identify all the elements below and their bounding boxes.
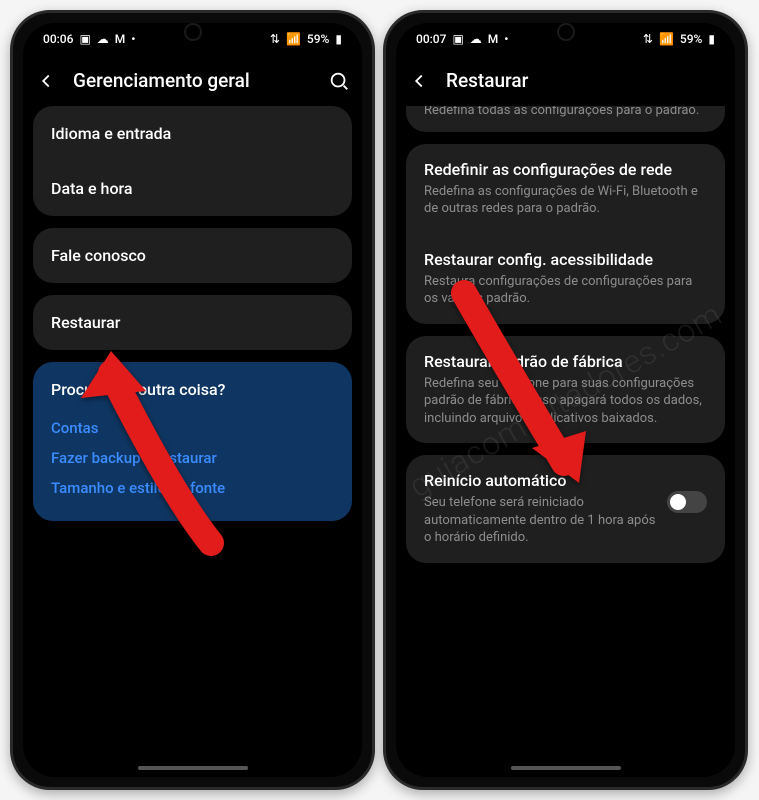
item-desc: Seu telefone será reiniciado automaticam… bbox=[424, 494, 657, 547]
partial-desc: Redefina todas as configurações para o p… bbox=[406, 106, 725, 132]
section-auto-restart: Reinício automático Seu telefone será re… bbox=[406, 455, 725, 563]
item-desc: Redefina seu telefone para suas configur… bbox=[424, 375, 707, 428]
item-reset-accessibility[interactable]: Restaurar config. acessibilidade Restaur… bbox=[406, 234, 725, 324]
phone-1: 00:06 ▣ ☁ M • ⇅ 📶 59% ▮ Gerenciamento ge… bbox=[10, 10, 375, 790]
item-desc: Restaura configurações de configurações … bbox=[424, 273, 707, 308]
info-box: Procurando outra coisa? Contas Fazer bac… bbox=[33, 362, 352, 521]
more-icon: • bbox=[504, 32, 508, 46]
status-time: 00:06 bbox=[43, 32, 73, 46]
wifi-icon: ⇅ bbox=[643, 32, 653, 46]
item-factory-reset[interactable]: Restaurar padrão de fábrica Redefina seu… bbox=[406, 336, 725, 444]
section-restore: Restaurar bbox=[33, 295, 352, 350]
camera-notch bbox=[557, 23, 575, 41]
mail-icon: M bbox=[488, 32, 499, 46]
camera-notch bbox=[184, 23, 202, 41]
item-auto-restart[interactable]: Reinício automático Seu telefone será re… bbox=[406, 455, 725, 563]
link-accounts[interactable]: Contas bbox=[51, 413, 334, 443]
battery-icon: ▮ bbox=[708, 32, 715, 46]
cloud-icon: ☁ bbox=[470, 32, 482, 46]
phone-2: guiacomputadores.com 00:07 ▣ ☁ M • ⇅ 📶 5… bbox=[383, 10, 748, 790]
battery-icon: ▮ bbox=[335, 32, 342, 46]
content-area: Idioma e entrada Data e hora Fale conosc… bbox=[23, 106, 362, 759]
image-icon: ▣ bbox=[79, 32, 90, 46]
content-area: Redefina todas as configurações para o p… bbox=[396, 106, 735, 759]
page-header: Restaurar bbox=[396, 55, 735, 106]
item-date-time[interactable]: Data e hora bbox=[33, 161, 352, 216]
section-partial-top: Redefina todas as configurações para o p… bbox=[406, 106, 725, 132]
screen-1: 00:06 ▣ ☁ M • ⇅ 📶 59% ▮ Gerenciamento ge… bbox=[23, 23, 362, 777]
item-contact-us[interactable]: Fale conosco bbox=[33, 228, 352, 283]
battery-percent: 59% bbox=[307, 32, 329, 46]
item-language-input[interactable]: Idioma e entrada bbox=[33, 106, 352, 161]
back-icon[interactable] bbox=[35, 70, 57, 92]
mail-icon: M bbox=[115, 32, 126, 46]
back-icon[interactable] bbox=[408, 70, 430, 92]
item-reset-network[interactable]: Redefinir as configurações de rede Redef… bbox=[406, 144, 725, 234]
search-icon[interactable] bbox=[328, 70, 350, 92]
section-contact: Fale conosco bbox=[33, 228, 352, 283]
item-title: Restaurar config. acessibilidade bbox=[424, 250, 707, 269]
image-icon: ▣ bbox=[452, 32, 463, 46]
page-title: Gerenciamento geral bbox=[73, 69, 312, 92]
auto-restart-toggle[interactable] bbox=[667, 491, 707, 513]
info-title: Procurando outra coisa? bbox=[51, 380, 334, 399]
page-header: Gerenciamento geral bbox=[23, 55, 362, 106]
battery-percent: 59% bbox=[680, 32, 702, 46]
nav-indicator[interactable] bbox=[138, 766, 248, 770]
nav-bar bbox=[23, 759, 362, 777]
section-language-date: Idioma e entrada Data e hora bbox=[33, 106, 352, 216]
nav-bar bbox=[396, 759, 735, 777]
link-font-size-style[interactable]: Tamanho e estilo da fonte bbox=[51, 473, 334, 503]
item-title: Reinício automático bbox=[424, 471, 657, 490]
signal-icon: 📶 bbox=[659, 32, 674, 46]
link-backup-restore[interactable]: Fazer backup e restaurar bbox=[51, 443, 334, 473]
wifi-icon: ⇅ bbox=[270, 32, 280, 46]
status-time: 00:07 bbox=[416, 32, 446, 46]
item-desc: Redefina as configurações de Wi-Fi, Blue… bbox=[424, 183, 707, 218]
cloud-icon: ☁ bbox=[97, 32, 109, 46]
screen-2: guiacomputadores.com 00:07 ▣ ☁ M • ⇅ 📶 5… bbox=[396, 23, 735, 777]
nav-indicator[interactable] bbox=[511, 766, 621, 770]
section-factory-reset: Restaurar padrão de fábrica Redefina seu… bbox=[406, 336, 725, 444]
signal-icon: 📶 bbox=[286, 32, 301, 46]
item-restore[interactable]: Restaurar bbox=[33, 295, 352, 350]
item-title: Restaurar padrão de fábrica bbox=[424, 352, 707, 371]
item-title: Redefinir as configurações de rede bbox=[424, 160, 707, 179]
page-title: Restaurar bbox=[446, 69, 723, 92]
more-icon: • bbox=[131, 32, 135, 46]
section-reset-options: Redefinir as configurações de rede Redef… bbox=[406, 144, 725, 324]
